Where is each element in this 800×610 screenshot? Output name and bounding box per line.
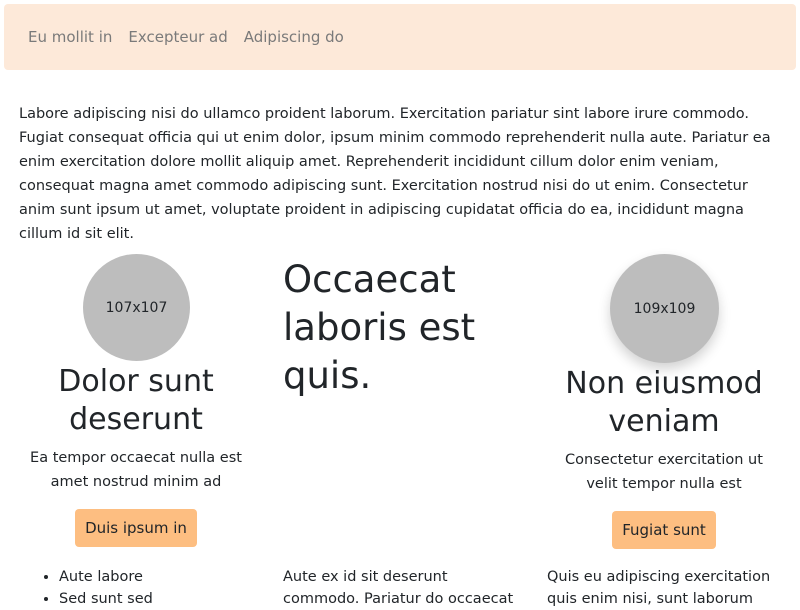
intro-paragraph: Labore adipiscing nisi do ullamco proide…: [19, 106, 771, 242]
list-item: Sed sunt sed: [59, 588, 259, 610]
list-item: Aute labore: [59, 566, 259, 588]
fugiat-sunt-button[interactable]: Fugiat sunt: [612, 511, 716, 549]
nav-link-eu-mollit-in[interactable]: Eu mollit in: [28, 28, 112, 46]
center-heading: Occaecat laboris est quis.: [283, 258, 476, 397]
nav-link-excepteur-ad[interactable]: Excepteur ad: [128, 28, 227, 46]
top-navbar: Eu mollit in Excepteur ad Adipiscing do: [4, 4, 796, 70]
nav-link-adipiscing-do[interactable]: Adipiscing do: [244, 28, 344, 46]
bottom-middle-text: Aute ex id sit deserunt commodo. Pariatu…: [283, 569, 514, 607]
avatar-left-label: 107x107: [105, 299, 168, 316]
avatar-right-label: 109x109: [633, 300, 696, 317]
avatar-placeholder-right: 109x109: [610, 254, 719, 363]
card-left-text: Ea tempor occaecat nulla est amet nostru…: [30, 450, 242, 490]
bottom-bullet-list: Aute labore Sed sunt sed: [39, 566, 259, 610]
bottom-right-text: Quis eu adipiscing exercitation quis eni…: [547, 569, 771, 607]
duis-ipsum-in-button[interactable]: Duis ipsum in: [75, 509, 197, 547]
card-right-text: Consectetur exercitation ut velit tempor…: [565, 452, 763, 492]
card-right-title: Non eiusmod veniam: [565, 366, 763, 439]
card-left-title: Dolor sunt deserunt: [58, 364, 214, 437]
avatar-placeholder-left: 107x107: [83, 254, 190, 361]
